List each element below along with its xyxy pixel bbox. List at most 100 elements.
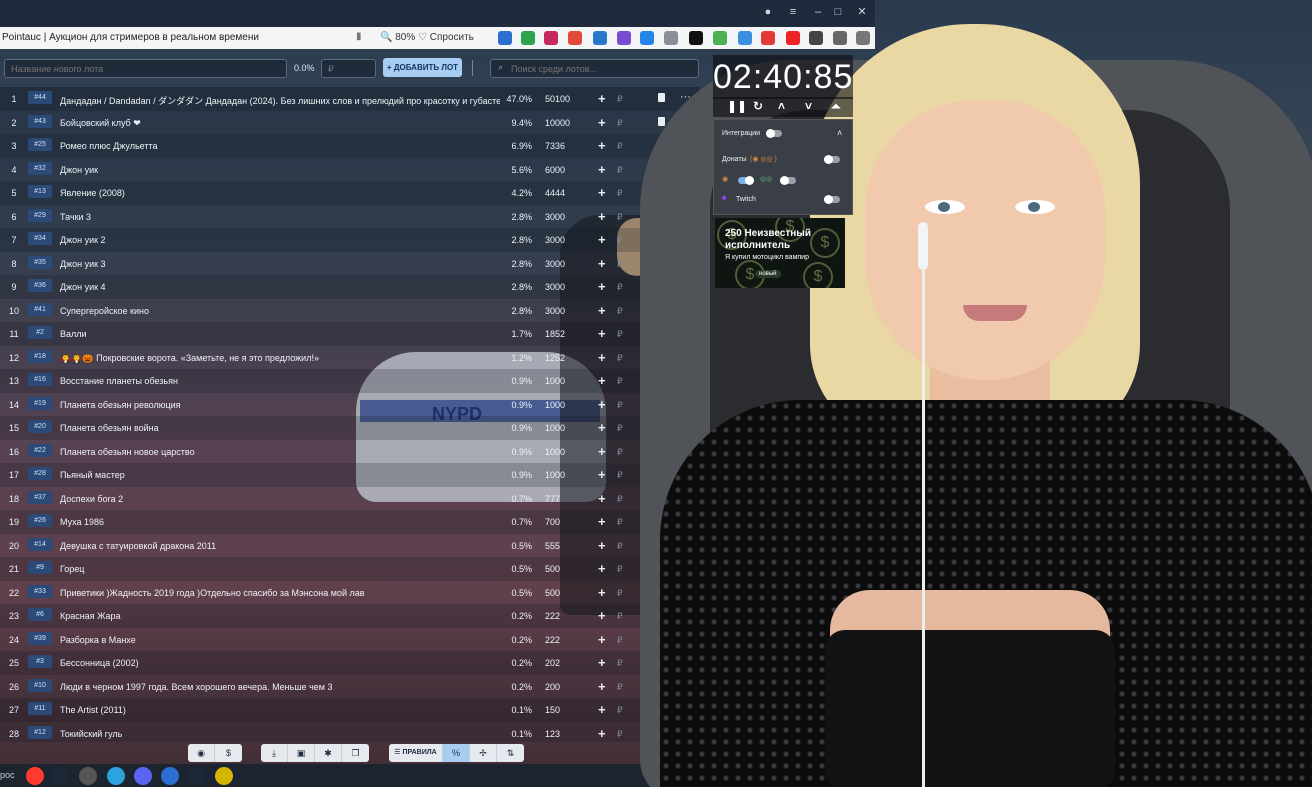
lot-amount[interactable]: 6000 xyxy=(545,165,565,175)
lot-row[interactable]: 21#9Горец0.5%500+₽··· xyxy=(0,557,700,581)
lot-row[interactable]: 16 #22 Планета обезьян новое царство 0.9% 10… xyxy=(0,439,700,463)
lot-title[interactable]: Бессонница (2002) xyxy=(60,658,500,668)
app-pause-icon[interactable] xyxy=(215,767,233,785)
lot-title[interactable]: Валли xyxy=(60,329,500,339)
reset-icon[interactable]: ↻ xyxy=(753,99,763,113)
lot-title[interactable]: Планета обезьян война xyxy=(60,423,500,433)
donation-service-toggle-2[interactable] xyxy=(780,176,796,185)
extension-icon-3[interactable] xyxy=(544,31,558,45)
lot-amount[interactable]: 3000 xyxy=(545,235,565,245)
lot-amount[interactable]: 3000 xyxy=(545,282,565,292)
lot-row[interactable]: 13 #16 Восстание планеты обезьян 0.9% 1000 + ₽… xyxy=(0,369,700,393)
add-lot-button[interactable]: + ДОБАВИТЬ ЛОТ xyxy=(383,58,462,77)
lot-title[interactable]: Джон уик xyxy=(60,165,500,175)
lot-amount[interactable]: 202 xyxy=(545,658,560,668)
lot-row[interactable]: 17#28Пьяный мастер0.9%1000+₽··· xyxy=(0,463,700,487)
chevron-up-icon[interactable]: ˄ xyxy=(778,99,785,113)
dollar-icon[interactable]: $ xyxy=(215,744,242,762)
twitch-toggle[interactable] xyxy=(824,195,840,204)
lot-amount[interactable]: 700 xyxy=(545,517,560,527)
lot-title[interactable]: Восстание планеты обезьян xyxy=(60,376,500,386)
lot-amount[interactable]: 4444 xyxy=(545,188,565,198)
double-chevron-up-icon[interactable]: ⏶ xyxy=(831,99,841,114)
lot-title[interactable]: Планета обезьян революция xyxy=(60,400,500,410)
app-icon[interactable] xyxy=(161,767,179,785)
lot-title[interactable]: Ромео плюс Джульетта xyxy=(60,141,500,151)
extension-icon-1[interactable] xyxy=(498,31,512,45)
lot-title[interactable]: Джон уик 4 xyxy=(60,282,500,292)
lot-row[interactable]: 20 #14 Девушка с татуировкой дракона 2011 0… xyxy=(0,533,700,557)
lot-title[interactable]: 🧛🧛🎃 Покровские ворота. «Заметьте, не я э… xyxy=(60,353,500,364)
steam-active-icon[interactable] xyxy=(188,767,206,785)
integrations-toggle[interactable] xyxy=(766,129,782,138)
lot-row[interactable]: 1 #44 Дандадан / Dandadan / ダンダダン Дандадан… xyxy=(0,87,700,111)
lot-row[interactable]: 15#20Планета обезьян война0.9%1000+₽··· xyxy=(0,416,700,440)
lot-title[interactable]: Явление (2008) xyxy=(60,188,500,198)
lot-title[interactable]: Горец xyxy=(60,564,500,574)
lot-title[interactable]: Бойцовский клуб ❤ xyxy=(60,118,500,129)
lot-title[interactable]: Джон уик 3 xyxy=(60,259,500,269)
lot-row[interactable]: 28#12Токийский гуль0.1%123+₽··· xyxy=(0,721,700,742)
extension-icon-2[interactable] xyxy=(521,31,535,45)
download-icon[interactable]: ⤓ xyxy=(261,744,288,762)
move-icon[interactable]: ✢ xyxy=(470,744,497,762)
sort-icon[interactable]: ⇅ xyxy=(497,744,524,762)
github-icon[interactable]: ◉ xyxy=(188,744,215,762)
lot-title[interactable]: Разборка в Манхе xyxy=(60,635,500,645)
lot-amount[interactable]: 200 xyxy=(545,682,560,692)
lot-row[interactable]: 25#3Бессонница (2002)0.2%202+₽··· xyxy=(0,651,700,675)
lot-title[interactable]: Джон уик 2 xyxy=(60,235,500,245)
bug-icon[interactable]: ✱ xyxy=(315,744,342,762)
lot-row[interactable]: 24#39Разборка в Манхе0.2%222+₽··· xyxy=(0,627,700,651)
extension-icon-4[interactable] xyxy=(568,31,582,45)
lot-amount[interactable]: 10000 xyxy=(545,118,570,128)
chevron-down-icon[interactable]: ˅ xyxy=(805,99,812,113)
yandex-browser-icon[interactable] xyxy=(26,767,44,785)
lot-row[interactable]: 18#37Доспехи бога 20.7%777+₽··· xyxy=(0,486,700,510)
rules-button[interactable]: ☰ ПРАВИЛА xyxy=(389,744,443,762)
lot-amount[interactable]: 500 xyxy=(545,564,560,574)
zoom-level[interactable]: 🔍 80% xyxy=(380,32,415,43)
discord-icon[interactable] xyxy=(134,767,152,785)
lot-title[interactable]: Тачки 3 xyxy=(60,212,500,222)
lot-title[interactable]: Пьяный мастер xyxy=(60,470,500,480)
copy-icon[interactable]: ❐ xyxy=(342,744,369,762)
lot-row[interactable]: 22 #33 Приветики )Жадность 2019 года )Отде… xyxy=(0,580,700,604)
lot-amount[interactable]: 7336 xyxy=(545,141,565,151)
obs-icon[interactable] xyxy=(79,767,97,785)
save-icon[interactable]: ▣ xyxy=(288,744,315,762)
lot-row[interactable]: 10#41Супергеройское кино2.8%3000+₽··· xyxy=(0,298,700,322)
lot-row[interactable]: 12 #18 🧛🧛🎃 Покровские ворота. «Заметьте, н… xyxy=(0,345,700,369)
lot-amount[interactable]: 1252 xyxy=(545,353,565,363)
lot-amount[interactable]: 555 xyxy=(545,541,560,551)
lot-title[interactable]: Планета обезьян новое царство xyxy=(60,447,500,457)
lot-amount[interactable]: 1000 xyxy=(545,376,565,386)
lot-row[interactable]: 19#26Муха 19860.7%700+₽··· xyxy=(0,510,700,534)
lot-title[interactable]: The Artist (2011) xyxy=(60,705,500,715)
lot-amount[interactable]: 3000 xyxy=(545,259,565,269)
lot-amount[interactable]: 222 xyxy=(545,611,560,621)
telegram-icon[interactable] xyxy=(107,767,125,785)
lot-row[interactable]: 26 #10 Люди в черном 1997 года. Всем хорош… xyxy=(0,674,700,698)
lot-title[interactable]: Супергеройское кино xyxy=(60,306,500,316)
lot-row[interactable]: 6#29Тачки 32.8%3000+₽··· xyxy=(0,204,700,228)
lot-row[interactable]: 23#6Красная Жара0.2%222+₽··· xyxy=(0,604,700,628)
lot-row[interactable]: 8#35Джон уик 32.8%3000+₽··· xyxy=(0,251,700,275)
donation-service-toggle-1[interactable] xyxy=(738,176,754,185)
lot-amount[interactable]: 500 xyxy=(545,588,560,598)
donations-toggle[interactable] xyxy=(824,155,840,164)
lot-amount[interactable]: 50100 xyxy=(545,94,570,104)
lot-title[interactable]: Токийский гуль xyxy=(60,729,500,739)
chevron-up-icon[interactable]: ˄ xyxy=(837,128,842,138)
lot-title[interactable]: Красная Жара xyxy=(60,611,500,621)
lot-title[interactable]: Дандадан / Dandadan / ダンダダン Дандадан (20… xyxy=(60,94,500,107)
lot-row[interactable]: 7#34Джон уик 22.8%3000+₽··· xyxy=(0,228,700,252)
lot-title[interactable]: Приветики )Жадность 2019 года )Отдельно … xyxy=(60,588,500,598)
lot-row[interactable]: 11#2Валли1.7%1852+₽··· xyxy=(0,322,700,346)
lot-amount[interactable]: 1000 xyxy=(545,423,565,433)
bookmark-icon[interactable]: ▮ xyxy=(356,31,362,42)
lot-amount[interactable]: 3000 xyxy=(545,212,565,222)
lot-amount[interactable]: 1000 xyxy=(545,400,565,410)
lot-amount[interactable]: 1000 xyxy=(545,470,565,480)
lot-amount[interactable]: 777 xyxy=(545,494,560,504)
